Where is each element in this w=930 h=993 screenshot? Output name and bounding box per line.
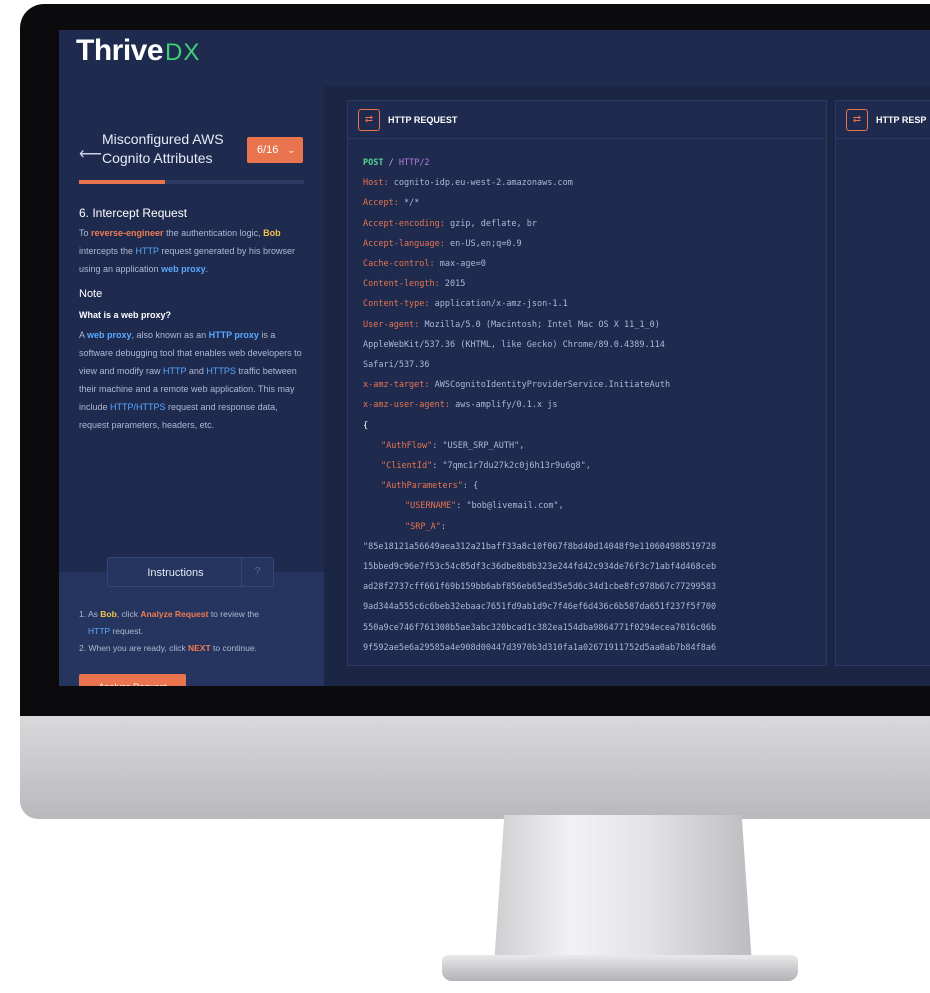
swap-arrows-icon: ⇄ xyxy=(358,109,380,131)
srp-a-line: 550a9ce746f761308b5ae3abc320bcad1c382ea1… xyxy=(363,622,717,633)
swap-arrows-icon: ⇄ xyxy=(846,109,868,131)
instruction-step-1-cont: HTTP request. xyxy=(88,626,144,636)
step-intro: To reverse-engineer the authentication l… xyxy=(79,228,295,274)
course-title: Misconfigured AWS Cognito Attributes xyxy=(102,131,224,166)
instruction-step-2: 2. When you are ready, click NEXT to con… xyxy=(79,643,257,653)
header-line: Accept: */* xyxy=(363,198,420,209)
http-response-title: HTTP RESP xyxy=(876,115,927,125)
app-screen: ThriveDX ⟵ Misconfigured AWS Cognito Att… xyxy=(59,30,930,686)
analyze-request-button[interactable]: Analyze Request xyxy=(79,674,186,686)
body-line: "ClientId": "7qmc1r7du27k2c0j6h13r9u6g8"… xyxy=(381,461,591,472)
header-line: x-amz-target: AWSCognitoIdentityProvider… xyxy=(363,380,671,391)
monitor-stand-neck xyxy=(494,815,752,965)
instructions-tab[interactable]: Instructions ? xyxy=(107,557,274,587)
monitor-chin xyxy=(20,716,930,819)
arrow-left-icon[interactable]: ⟵ xyxy=(79,144,102,164)
http-request-panel-header: ⇄ HTTP REQUEST xyxy=(348,101,826,139)
lesson-sidebar: ⟵ Misconfigured AWS Cognito Attributes 6… xyxy=(59,86,324,686)
http-response-panel: ⇄ HTTP RESP xyxy=(835,100,930,666)
step-heading: 6. Intercept Request xyxy=(79,206,188,220)
top-bar: ThriveDX xyxy=(59,30,930,86)
srp-a-line: "85e18121a56649aea312a21baff33a8c10f067f… xyxy=(363,541,717,552)
body-line: "SRP_A": xyxy=(405,521,446,532)
instruction-step-1: 1. As Bob, click Analyze Request to revi… xyxy=(79,609,260,619)
body-line: "AuthFlow": "USER_SRP_AUTH", xyxy=(381,440,525,451)
request-line: POST / HTTP/2 xyxy=(363,158,430,168)
header-continuation: AppleWebKit/537.36 (KHTML, like Gecko) C… xyxy=(363,339,665,350)
srp-a-line: 9f592ae5e6a29585a4e908d00447d3970b3d310f… xyxy=(363,642,717,653)
body-line: "USERNAME": "bob@livemail.com", xyxy=(405,501,564,512)
body-open-brace: { xyxy=(363,420,369,431)
http-response-panel-header: ⇄ HTTP RESP xyxy=(836,101,930,139)
header-line: Accept-language: en-US,en;q=0.9 xyxy=(363,238,522,249)
header-line: Cache-control: max-age=0 xyxy=(363,259,486,270)
http-request-code: POST / HTTP/2 Host: cognito-idp.eu-west-… xyxy=(363,153,823,658)
lesson-progress-bar xyxy=(79,180,304,184)
note-question: What is a web proxy? xyxy=(79,310,172,320)
http-request-panel: ⇄ HTTP REQUEST POST / HTTP/2 Host: cogni… xyxy=(347,100,827,666)
header-line: Content-length: 2015 xyxy=(363,279,466,290)
http-request-title: HTTP REQUEST xyxy=(388,115,458,125)
srp-a-line: 9ad344a555c6c6beb32ebaac7651fd9ab1d9c7f4… xyxy=(363,602,717,613)
body-line: "AuthParameters": { xyxy=(381,481,479,492)
monitor-stand-base xyxy=(442,955,798,981)
step-selector-value: 6/16 xyxy=(257,144,279,156)
header-line: Content-type: application/x-amz-json-1.1 xyxy=(363,299,568,310)
lesson-progress-fill xyxy=(79,180,165,184)
chevron-down-icon: ⌄ xyxy=(287,145,295,155)
srp-a-line: 15bbed9c96e7f53c54c85df3c36dbe8b8b323e24… xyxy=(363,562,717,573)
brand-logo[interactable]: ThriveDX xyxy=(76,34,200,68)
instructions-panel: Instructions ? 1. As Bob, click Analyze … xyxy=(59,557,324,686)
srp-a-line: ad28f2737cff661f69b159bb6abf856eb65ed35e… xyxy=(363,582,717,593)
help-circle-icon[interactable]: ? xyxy=(241,558,273,586)
header-line: x-amz-user-agent: aws-amplify/0.1.x js xyxy=(363,400,558,411)
header-line: Accept-encoding: gzip, deflate, br xyxy=(363,218,538,229)
header-line: User-agent: Mozilla/5.0 (Macintosh; Inte… xyxy=(363,319,660,330)
note-heading: Note xyxy=(79,288,103,300)
step-selector[interactable]: 6/16 ⌄ xyxy=(247,137,303,163)
header-line: Host: cognito-idp.eu-west-2.amazonaws.co… xyxy=(363,178,573,189)
note-answer: A web proxy, also known as an HTTP proxy… xyxy=(79,330,302,430)
instructions-tab-label: Instructions xyxy=(147,567,204,579)
instruction-steps: 1. As Bob, click Analyze Request to revi… xyxy=(79,606,259,657)
header-continuation: Safari/537.36 xyxy=(363,360,430,371)
